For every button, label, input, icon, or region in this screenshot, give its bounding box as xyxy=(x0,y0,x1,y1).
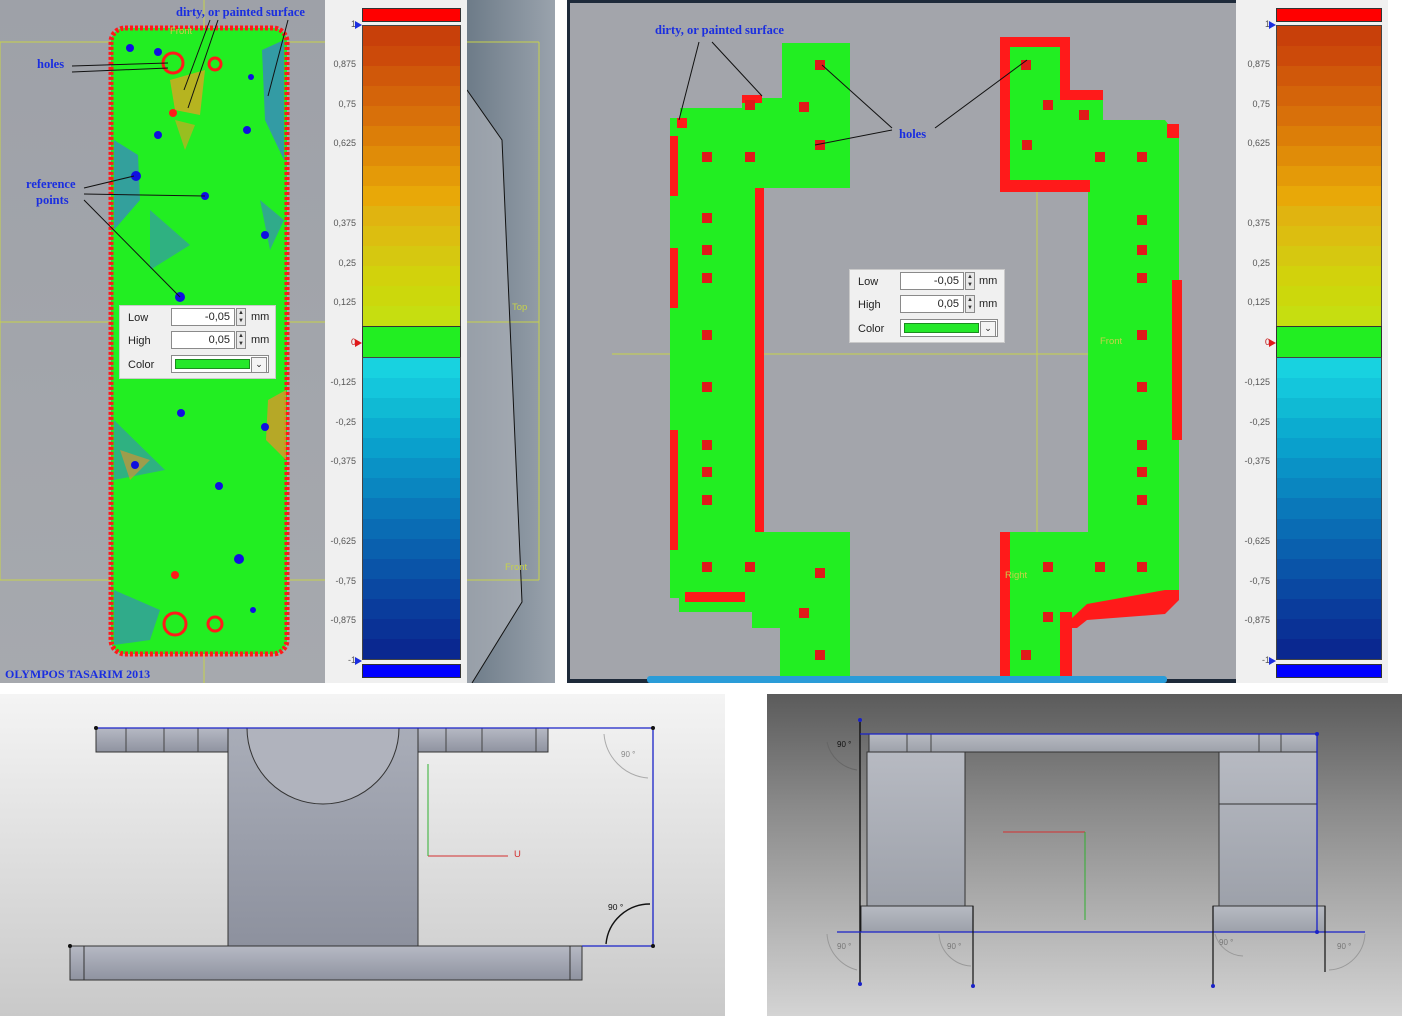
color-label: Color xyxy=(128,359,155,371)
viewport-section-front[interactable]: U 90 ° 90 ° xyxy=(0,694,725,1016)
color-label: Color xyxy=(858,323,885,335)
section-drawing-front xyxy=(68,726,655,981)
high-input[interactable]: 0,05 xyxy=(900,295,964,313)
angle-label-5: 90 ° xyxy=(947,942,962,951)
section-drawing-side xyxy=(826,718,1366,988)
annotation-dirty-surface: dirty, or painted surface xyxy=(176,5,305,19)
angle-label-1: 90 ° xyxy=(621,750,636,759)
low-input[interactable]: -0,05 xyxy=(900,272,964,290)
annotation-holes: holes xyxy=(37,57,65,71)
side-strip-outline xyxy=(467,0,540,683)
color-select[interactable]: ⌄ xyxy=(900,319,998,337)
low-unit: mm xyxy=(251,311,270,323)
annotation-holes-right: holes xyxy=(899,127,927,141)
tolerance-panel-left: Low -0,05 ▲ ▼ mm High 0,05 ▲ ▼ mm Color ⌄ xyxy=(119,305,276,379)
view-label-front: Front xyxy=(170,26,193,37)
annotation-reference: reference xyxy=(26,177,76,191)
angle-label-6: 90 ° xyxy=(1219,938,1234,947)
high-spinner[interactable]: ▲ ▼ xyxy=(965,295,975,313)
low-label: Low xyxy=(128,312,149,324)
viewport-right-part[interactable]: dirty, or painted surface holes Front Ri… xyxy=(567,0,1236,683)
angle-label-7: 90 ° xyxy=(1337,942,1352,951)
viewport-left-plate[interactable]: dirty, or painted surface holes referenc… xyxy=(0,0,325,683)
scale-markers xyxy=(355,21,362,665)
angle-label-3: 90 ° xyxy=(837,740,852,749)
high-label: High xyxy=(858,299,881,311)
angle-label-4: 90 ° xyxy=(837,942,852,951)
chevron-down-icon[interactable]: ⌄ xyxy=(251,357,267,373)
high-spinner[interactable]: ▲ ▼ xyxy=(236,331,246,349)
tolerance-panel-right: Low -0,05 ▲ ▼ mm High 0,05 ▲ ▼ mm Color ⌄ xyxy=(849,269,1005,343)
view-label-top: Top xyxy=(512,302,528,313)
color-scale-right: 1 0,875 0,75 0,625 0,375 0,25 0,125 0 -0,125 -0,2… xyxy=(1236,0,1388,683)
high-input[interactable]: 0,05 xyxy=(171,331,235,349)
high-unit: mm xyxy=(979,298,998,310)
annotation-points: points xyxy=(36,193,69,207)
annotation-dirty-surface-right: dirty, or painted surface xyxy=(655,23,784,37)
low-spinner[interactable]: ▲ ▼ xyxy=(236,308,246,326)
low-label: Low xyxy=(858,276,879,288)
angle-label-2: 90 ° xyxy=(608,902,624,912)
color-select[interactable]: ⌄ xyxy=(171,355,269,373)
high-label: High xyxy=(128,335,151,347)
u-axis-label: U xyxy=(514,849,521,860)
high-unit: mm xyxy=(251,334,270,346)
low-spinner[interactable]: ▲ ▼ xyxy=(965,272,975,290)
view-label-front-strip: Front xyxy=(505,562,528,573)
copyright-text: OLYMPOS TASARIM 2013 xyxy=(5,667,151,681)
view-label-right: Right xyxy=(1005,570,1028,581)
viewport-side-strip[interactable]: Top Front xyxy=(467,0,555,683)
view-label-front-right: Front xyxy=(1100,336,1123,347)
scale-markers xyxy=(1269,21,1276,665)
low-unit: mm xyxy=(979,275,998,287)
low-input[interactable]: -0,05 xyxy=(171,308,235,326)
chevron-down-icon[interactable]: ⌄ xyxy=(980,321,996,337)
color-scale-left: 1 0,875 0,75 0,625 0,375 0,25 0,125 0 -0,125 -0,2… xyxy=(325,0,467,683)
viewport-section-side[interactable]: 90 ° 90 ° 90 ° 90 ° 90 ° xyxy=(767,694,1402,1016)
